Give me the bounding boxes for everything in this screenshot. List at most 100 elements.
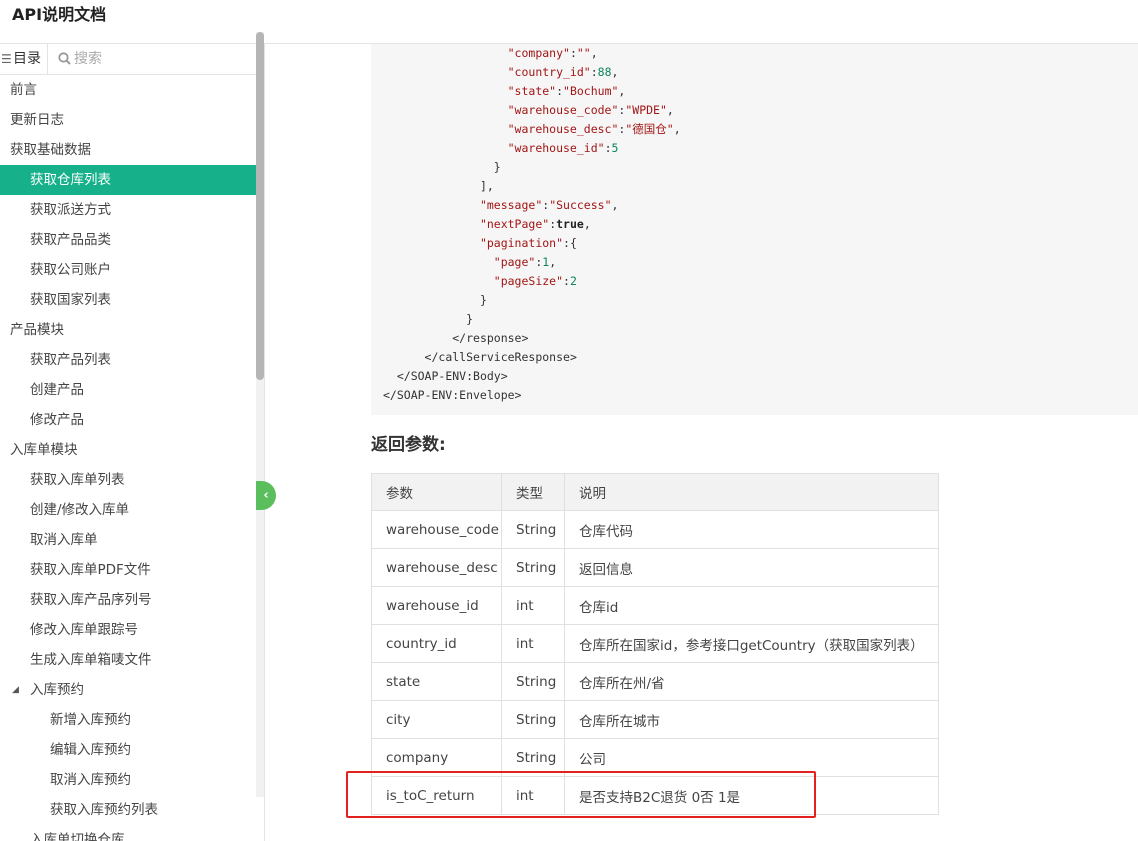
sidebar-item-label: 获取产品列表 <box>30 352 111 368</box>
table-cell: int <box>501 624 565 663</box>
sidebar-item[interactable]: 获取派送方式 <box>0 195 256 225</box>
table-cell: String <box>501 548 565 587</box>
sidebar-item[interactable]: 获取产品品类 <box>0 225 256 255</box>
code-token: "" <box>576 46 591 60</box>
sidebar-item[interactable]: 新增入库预约 <box>0 705 256 735</box>
code-token: </response> <box>452 331 529 345</box>
code-token: 88 <box>597 65 612 79</box>
table-cell: String <box>501 662 565 701</box>
sidebar-item[interactable]: 入库单模块 <box>0 435 256 465</box>
code-line: } <box>383 310 1138 329</box>
search-input[interactable]: 搜索 <box>48 44 263 74</box>
sidebar-item[interactable]: 入库单切换仓库 <box>0 825 256 841</box>
table-body: warehouse_code String 仓库代码 warehouse_desc St… <box>371 510 939 815</box>
table-cell: int <box>501 586 565 625</box>
code-token: "Bochum" <box>563 84 619 98</box>
code-token: , <box>590 46 598 60</box>
sidebar-item[interactable]: 获取公司账户 <box>0 255 256 285</box>
table-cell: 返回信息 <box>564 548 939 587</box>
code-line: "warehouse_code":"WPDE", <box>383 101 1138 120</box>
code-token: , <box>611 65 619 79</box>
sidebar-item-label: 获取公司账户 <box>30 262 111 278</box>
code-token: "pagination" <box>479 236 564 250</box>
code-line: "message":"Success", <box>383 196 1138 215</box>
sidebar-tabs: ☰目录 搜索 <box>0 44 264 75</box>
code-line: "page":1, <box>383 253 1138 272</box>
sidebar-item[interactable]: 获取入库单列表 <box>0 465 256 495</box>
sidebar-item[interactable]: 创建产品 <box>0 375 256 405</box>
code-content: "company":"", "country_id":88, "state":"… <box>371 44 1138 405</box>
sidebar-item[interactable]: 获取产品列表 <box>0 345 256 375</box>
sidebar-item-label: 获取派送方式 <box>30 202 111 218</box>
sidebar-item-label: 修改产品 <box>30 412 84 428</box>
code-block: "company":"", "country_id":88, "state":"… <box>371 44 1138 415</box>
sidebar-item[interactable]: 获取基础数据 <box>0 135 256 165</box>
sidebar-item-label: 获取产品品类 <box>30 232 111 248</box>
sidebar-item-label: 生成入库单箱唛文件 <box>30 652 152 668</box>
code-token: :{ <box>563 236 577 250</box>
code-token: </SOAP-ENV:Envelope> <box>383 388 522 402</box>
code-line: } <box>383 291 1138 310</box>
code-line: </SOAP-ENV:Body> <box>383 367 1138 386</box>
code-token: "warehouse_id" <box>507 141 605 155</box>
sidebar-item[interactable]: 获取入库预约列表 <box>0 795 256 825</box>
sidebar-item[interactable]: 修改产品 <box>0 405 256 435</box>
code-token: "warehouse_desc" <box>507 122 619 136</box>
tab-toc[interactable]: ☰目录 <box>0 44 48 74</box>
sidebar-scroll-thumb[interactable] <box>256 32 264 380</box>
sidebar-item[interactable]: 产品模块 <box>0 315 256 345</box>
search-icon <box>58 44 71 74</box>
code-line: "warehouse_id":5 <box>383 139 1138 158</box>
sidebar-item[interactable]: 取消入库预约 <box>0 765 256 795</box>
sidebar-item[interactable]: ◢ 入库预约 <box>0 675 256 705</box>
sidebar-item-label: 获取入库预约列表 <box>50 802 158 818</box>
sidebar-item-label: 取消入库单 <box>30 532 98 548</box>
sidebar-item[interactable]: 获取仓库列表 <box>0 165 256 195</box>
sidebar-item[interactable]: 修改入库单跟踪号 <box>0 615 256 645</box>
sidebar-item[interactable]: 获取国家列表 <box>0 285 256 315</box>
sidebar-item[interactable]: 更新日志 <box>0 105 256 135</box>
code-line: "warehouse_desc":"德国仓", <box>383 120 1138 139</box>
table-row: warehouse_code String 仓库代码 <box>371 510 939 549</box>
code-token: , <box>673 122 681 136</box>
collapse-sidebar-button[interactable]: ‹ <box>256 481 276 510</box>
expand-triangle-icon[interactable]: ◢ <box>12 675 19 705</box>
sidebar-item-label: 获取基础数据 <box>10 142 91 158</box>
code-token: : <box>556 84 564 98</box>
code-line: ], <box>383 177 1138 196</box>
tab-toc-label: 目录 <box>13 51 41 67</box>
code-token: "pageSize" <box>493 274 564 288</box>
sidebar-item-label: 修改入库单跟踪号 <box>30 622 138 638</box>
sidebar-item-label: 新增入库预约 <box>50 712 131 728</box>
sidebar-item[interactable]: 生成入库单箱唛文件 <box>0 645 256 675</box>
sidebar-item[interactable]: 编辑入库预约 <box>0 735 256 765</box>
table-row: state String 仓库所在州/省 <box>371 662 939 701</box>
list-icon: ☰ <box>1 52 12 66</box>
table-cell: 仓库所在国家id，参考接口getCountry（获取国家列表） <box>564 624 939 663</box>
sidebar-item[interactable]: 获取入库单PDF文件 <box>0 555 256 585</box>
sidebar-item-label: 获取入库单PDF文件 <box>30 562 151 578</box>
code-token: true <box>556 217 584 231</box>
sidebar-item[interactable]: 取消入库单 <box>0 525 256 555</box>
app-title: API说明文档 <box>12 5 107 24</box>
code-token: "warehouse_code" <box>507 103 619 117</box>
table-cell: 仓库所在州/省 <box>564 662 939 701</box>
highlight-annotation-box <box>346 771 816 818</box>
code-token: </SOAP-ENV:Body> <box>396 369 508 383</box>
code-line: </SOAP-ENV:Envelope> <box>383 386 1138 405</box>
code-token: : <box>563 274 570 288</box>
sidebar-item[interactable]: 创建/修改入库单 <box>0 495 256 525</box>
code-token: , <box>611 198 619 212</box>
sidebar-item[interactable]: 前言 <box>0 75 256 105</box>
sidebar-item-label: 取消入库预约 <box>50 772 131 788</box>
sidebar-item[interactable]: 获取入库产品序列号 <box>0 585 256 615</box>
table-cell: 仓库id <box>564 586 939 625</box>
